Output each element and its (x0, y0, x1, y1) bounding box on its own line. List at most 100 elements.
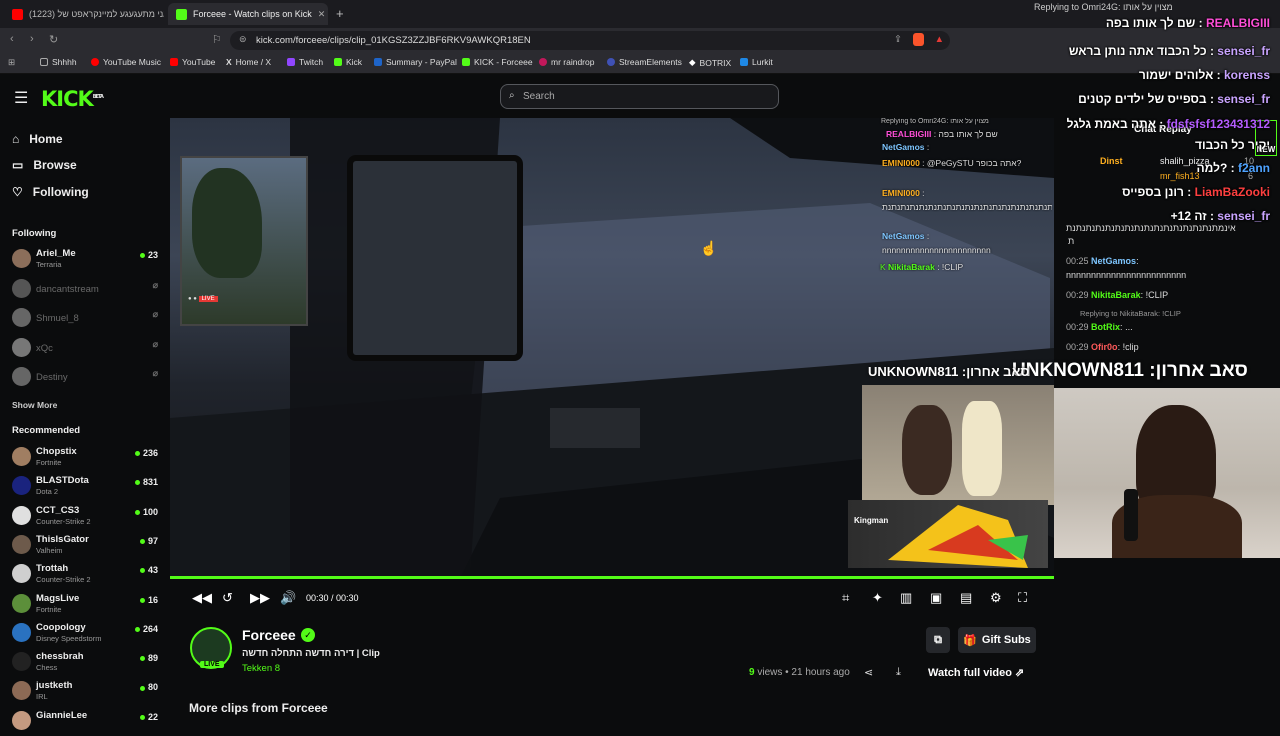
sidebar-channel[interactable]: Destiny ⌀ (12, 364, 162, 392)
bookmark-item[interactable]: KICK - Forceee (462, 57, 533, 67)
bookmark-item[interactable]: Summary - PayPal (374, 57, 457, 67)
forward-icon[interactable]: ▶▶ (250, 590, 270, 606)
channel-name[interactable]: Forceee (242, 627, 296, 643)
menu-icon[interactable]: ☰ (14, 88, 28, 108)
bookmark-item[interactable]: mr raindrop (539, 57, 594, 67)
sidebar-channel[interactable]: dancantstream ⌀ (12, 276, 162, 304)
close-icon[interactable]: ✕ (318, 9, 326, 20)
video-chat-line: K NikitaBarak : !CLIP (880, 262, 964, 272)
sparkle-icon[interactable]: ✦ (872, 590, 883, 606)
kick-icon (462, 58, 470, 66)
kick-icon (176, 8, 187, 20)
sidebar-channel[interactable]: GiannieLee 22 (12, 708, 162, 736)
address-bar[interactable]: ⊜ kick.com/forceee/clips/clip_01KGSZ3ZZJ… (230, 31, 950, 50)
overlay-chat-line: רונן בספייס : LiamBaZooki (1122, 185, 1270, 199)
bookmark-item[interactable]: Kick (334, 57, 362, 67)
miniplayer-icon[interactable]: ▤ (960, 590, 972, 606)
bookmark-item[interactable]: StreamElements (607, 57, 682, 67)
download-icon[interactable]: ⤓ (896, 666, 901, 679)
clip-icon[interactable]: ⌗ (842, 590, 849, 606)
pip-icon[interactable]: ▣ (930, 590, 942, 606)
reply-header: Replying to NikitaBarak: !CLIP (1080, 309, 1181, 318)
verified-icon: ✓ (301, 628, 315, 642)
channel-game: Fortnite (36, 458, 62, 467)
player-controls: ◀◀ ↺ ▶▶ 🔊 00:30 / 00:30 ⌗ ✦ ▥ ▣ ▤ ⚙ ⛶ (170, 579, 1054, 617)
viewer-count-text: 16 (147, 594, 158, 605)
viewer-count-text: 97 (147, 535, 158, 546)
share-icon[interactable]: ⋖ (864, 666, 873, 679)
offline-icon: ⌀ (152, 309, 158, 319)
settings-icon[interactable]: ⚙ (990, 590, 1002, 606)
live-dot-icon (134, 626, 140, 632)
sidebar-channel[interactable]: Ariel_Me Terraria 23 (12, 246, 162, 274)
new-tab-icon[interactable]: + (336, 6, 344, 21)
viewer-count-text: 22 (147, 711, 158, 722)
sidebar-channel[interactable]: Shmuel_8 ⌀ (12, 305, 162, 333)
nav-browse[interactable]: ▭ Browse (12, 158, 77, 172)
sidebar-channel[interactable]: MagsLive Fortnite 16 (12, 591, 162, 619)
share-icon[interactable]: ⇪ (894, 34, 902, 45)
apps-icon[interactable]: ⊞ (8, 57, 15, 68)
channel-name: Shmuel_8 (36, 313, 79, 324)
cursor-hand-icon: ☝ (700, 240, 718, 256)
back-icon[interactable]: ‹ (10, 33, 14, 45)
search-input[interactable]: ⌕ Search (500, 84, 779, 109)
show-more-link[interactable]: Show More (12, 400, 57, 410)
sidebar-channel[interactable]: BLASTDota Dota 2 831 (12, 473, 162, 501)
viewer-count-text: 831 (142, 477, 158, 488)
overlay-chat-line: +12 זה : sensei_fr (1170, 209, 1270, 223)
sidebar-channel[interactable]: Chopstix Fortnite 236 (12, 444, 162, 472)
replay-icon[interactable]: ↺ (222, 590, 233, 606)
youtube-icon (12, 8, 23, 20)
sidebar-channel[interactable]: justketh IRL 80 (12, 678, 162, 706)
gift-subs-button[interactable]: 🎁 Gift Subs (958, 627, 1036, 653)
sidebar-channel[interactable]: Coopology Disney Speedstorm 264 (12, 620, 162, 648)
bookmark-item[interactable]: Lurkit (740, 57, 773, 67)
bookmark-item[interactable]: ◆ BOTRIX (689, 57, 731, 68)
search-icon: ⌕ (509, 90, 515, 101)
rewind-icon[interactable]: ◀◀ (192, 590, 212, 606)
nav-home[interactable]: ⌂ Home (12, 132, 63, 146)
offline-icon: ⌀ (152, 279, 158, 290)
game-link[interactable]: Tekken 8 (242, 663, 280, 674)
channel-name: CCT_CS3 (36, 504, 80, 516)
clip-icon-button[interactable]: ⧉ (926, 627, 950, 653)
sidebar-channel[interactable]: Trottah Counter-Strike 2 43 (12, 561, 162, 589)
folder-icon (40, 58, 48, 66)
bookmark-item[interactable]: X Home / X (226, 57, 271, 67)
overlay-reply-header: Replying to Omri24G: מצוין על אותו (1034, 2, 1173, 12)
sidebar-channel[interactable]: ThisIsGator Valheim 97 (12, 532, 162, 560)
viewer-count-text: 23 (147, 250, 158, 260)
game-graphic (888, 505, 1028, 568)
viewer-count: 236 (134, 448, 158, 458)
channel-name: xQc (36, 342, 53, 354)
bookmark-item[interactable]: YouTube Music (91, 57, 161, 67)
nav-following[interactable]: ♡ Following (12, 185, 89, 199)
browser-tab-kick[interactable]: Forceee - Watch clips on Kick ✕ (168, 3, 328, 25)
bookmark-icon[interactable]: ⚐ (212, 33, 222, 46)
fullscreen-icon[interactable]: ⛶ (1018, 590, 1027, 606)
rewards-icon[interactable]: ▲ (935, 34, 944, 45)
bookmark-item[interactable]: Shhhh (40, 57, 77, 67)
forward-icon[interactable]: › (30, 33, 34, 45)
sidebar-channel[interactable]: CCT_CS3 Counter-Strike 2 100 (12, 503, 162, 531)
channel-name: justketh (36, 680, 73, 692)
home-icon: ⌂ (12, 132, 20, 146)
channel-name: Trottah (36, 563, 69, 575)
site-info-icon[interactable]: ⊜ (239, 34, 247, 45)
avatar (12, 447, 31, 466)
bookmark-item[interactable]: Twitch (287, 57, 323, 67)
theater-icon[interactable]: ▥ (900, 590, 912, 606)
volume-icon[interactable]: 🔊 (280, 590, 296, 606)
sidebar-channel[interactable]: xQc ⌀ (12, 335, 162, 363)
browser-tab-youtube[interactable]: (1223) אני מתעגעגע למיינקראפט של (4, 3, 164, 25)
bookmark-item[interactable]: YouTube (170, 57, 215, 67)
channel-game: Counter-Strike 2 (36, 516, 91, 526)
channel-game: Dota 2 (36, 487, 59, 497)
kick-logo[interactable]: KICKBETA (41, 87, 104, 111)
watch-full-video-button[interactable]: Watch full video ⇗ (928, 666, 1024, 679)
reload-icon[interactable]: ↻ (49, 33, 58, 46)
sidebar-channel[interactable]: chessbrah Chess 89 (12, 649, 162, 677)
brave-shield-icon[interactable] (913, 33, 924, 46)
viewer-count: 264 (134, 624, 158, 634)
